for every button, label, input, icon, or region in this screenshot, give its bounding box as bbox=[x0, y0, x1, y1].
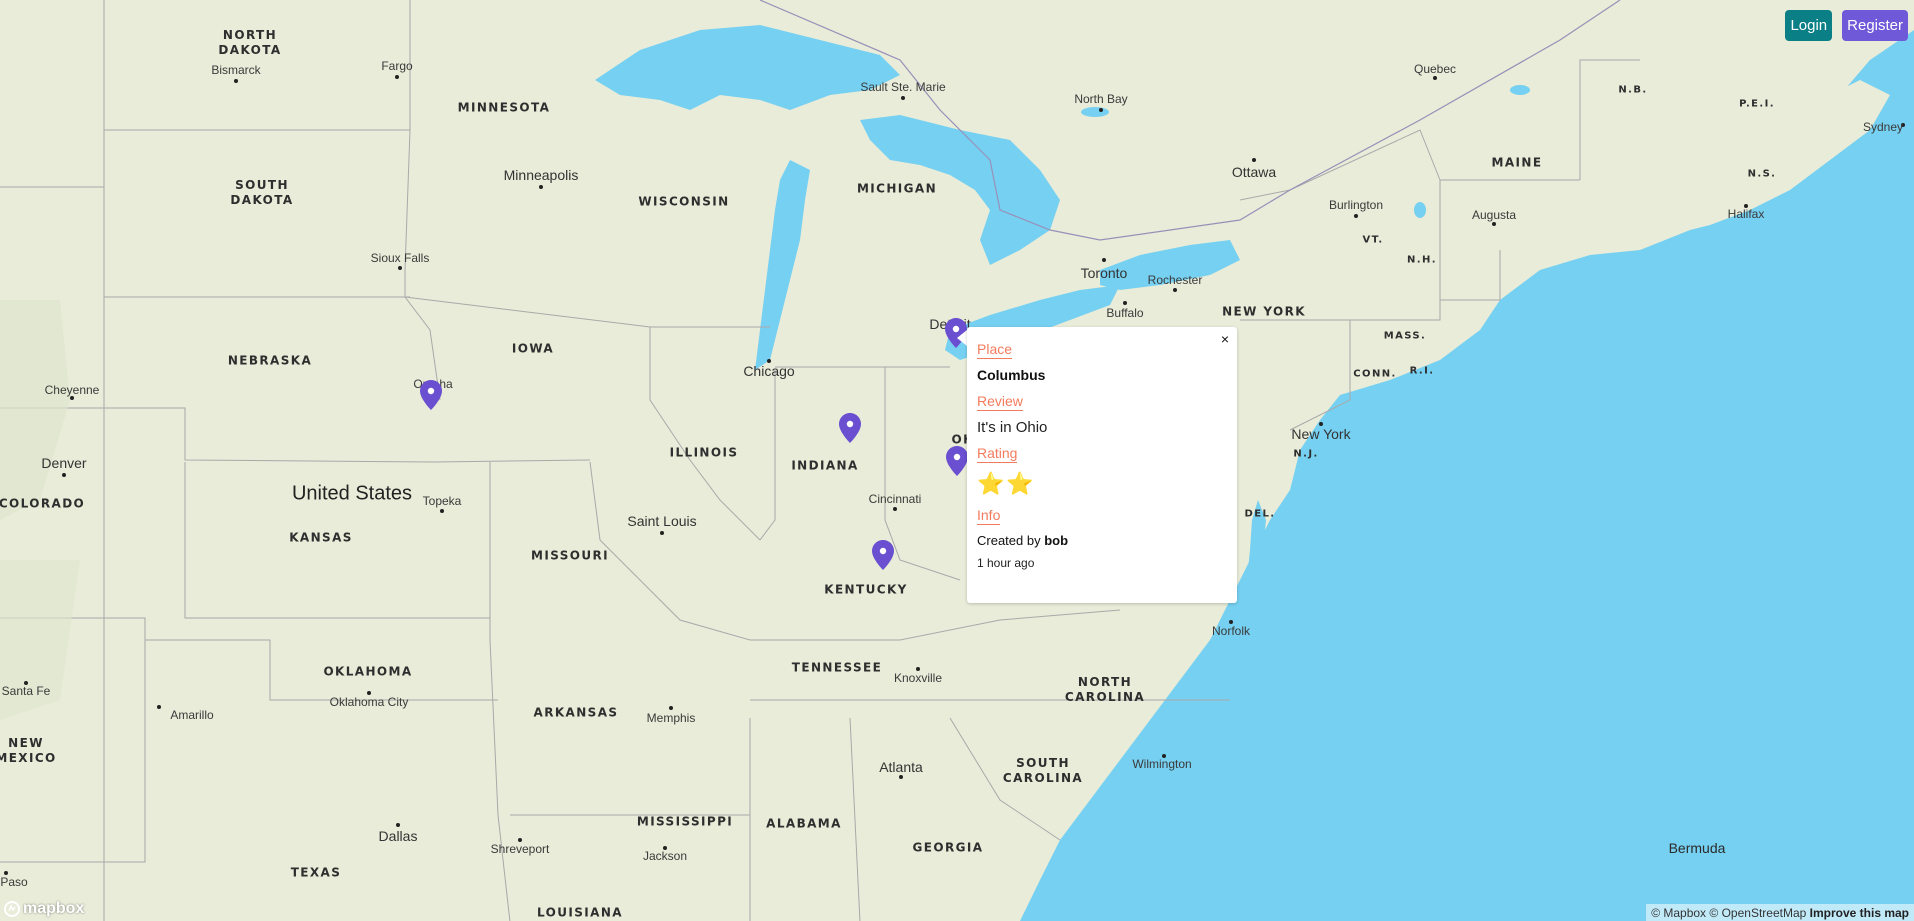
marker-pin-omaha[interactable] bbox=[420, 380, 442, 410]
marker-pin-indiana[interactable] bbox=[839, 413, 861, 443]
map-canvas[interactable]: NORTH DAKOTA MINNESOTA SOUTH DAKOTA WISC… bbox=[0, 0, 1914, 921]
map-attribution: © Mapbox © OpenStreetMap Improve this ma… bbox=[1646, 904, 1914, 921]
attribution-mapbox-link[interactable]: © Mapbox bbox=[1651, 906, 1706, 920]
created-user: bob bbox=[1044, 533, 1069, 548]
mapbox-logo-icon bbox=[4, 901, 20, 917]
created-prefix: Created by bbox=[977, 533, 1041, 548]
register-button[interactable]: Register bbox=[1842, 10, 1908, 41]
review-text: It's in Ohio bbox=[977, 419, 1048, 436]
attribution-improve-link[interactable]: Improve this map bbox=[1810, 906, 1909, 920]
place-popup: × Place Columbus Review It's in Ohio Rat… bbox=[967, 327, 1237, 603]
review-heading: Review bbox=[977, 393, 1023, 411]
popup-tip bbox=[957, 330, 967, 346]
attribution-osm-link[interactable]: © OpenStreetMap bbox=[1709, 906, 1806, 920]
login-button[interactable]: Login bbox=[1785, 10, 1833, 41]
mapbox-logo[interactable]: mapbox bbox=[4, 900, 84, 918]
place-heading: Place bbox=[977, 341, 1013, 359]
auth-buttons: Login Register bbox=[1785, 10, 1908, 41]
mapbox-logo-text: mapbox bbox=[23, 900, 85, 917]
rating-heading: Rating bbox=[977, 445, 1018, 463]
time-ago: 1 hour ago bbox=[977, 556, 1035, 570]
rating-stars: ⭐⭐ bbox=[977, 471, 1036, 496]
place-name: Columbus bbox=[977, 367, 1046, 383]
created-by: Created by bob bbox=[977, 533, 1227, 548]
popup-close-button[interactable]: × bbox=[1217, 329, 1233, 349]
marker-pin-columbus[interactable] bbox=[946, 446, 968, 476]
marker-pin-kentucky[interactable] bbox=[872, 540, 894, 570]
info-heading: Info bbox=[977, 507, 1001, 525]
